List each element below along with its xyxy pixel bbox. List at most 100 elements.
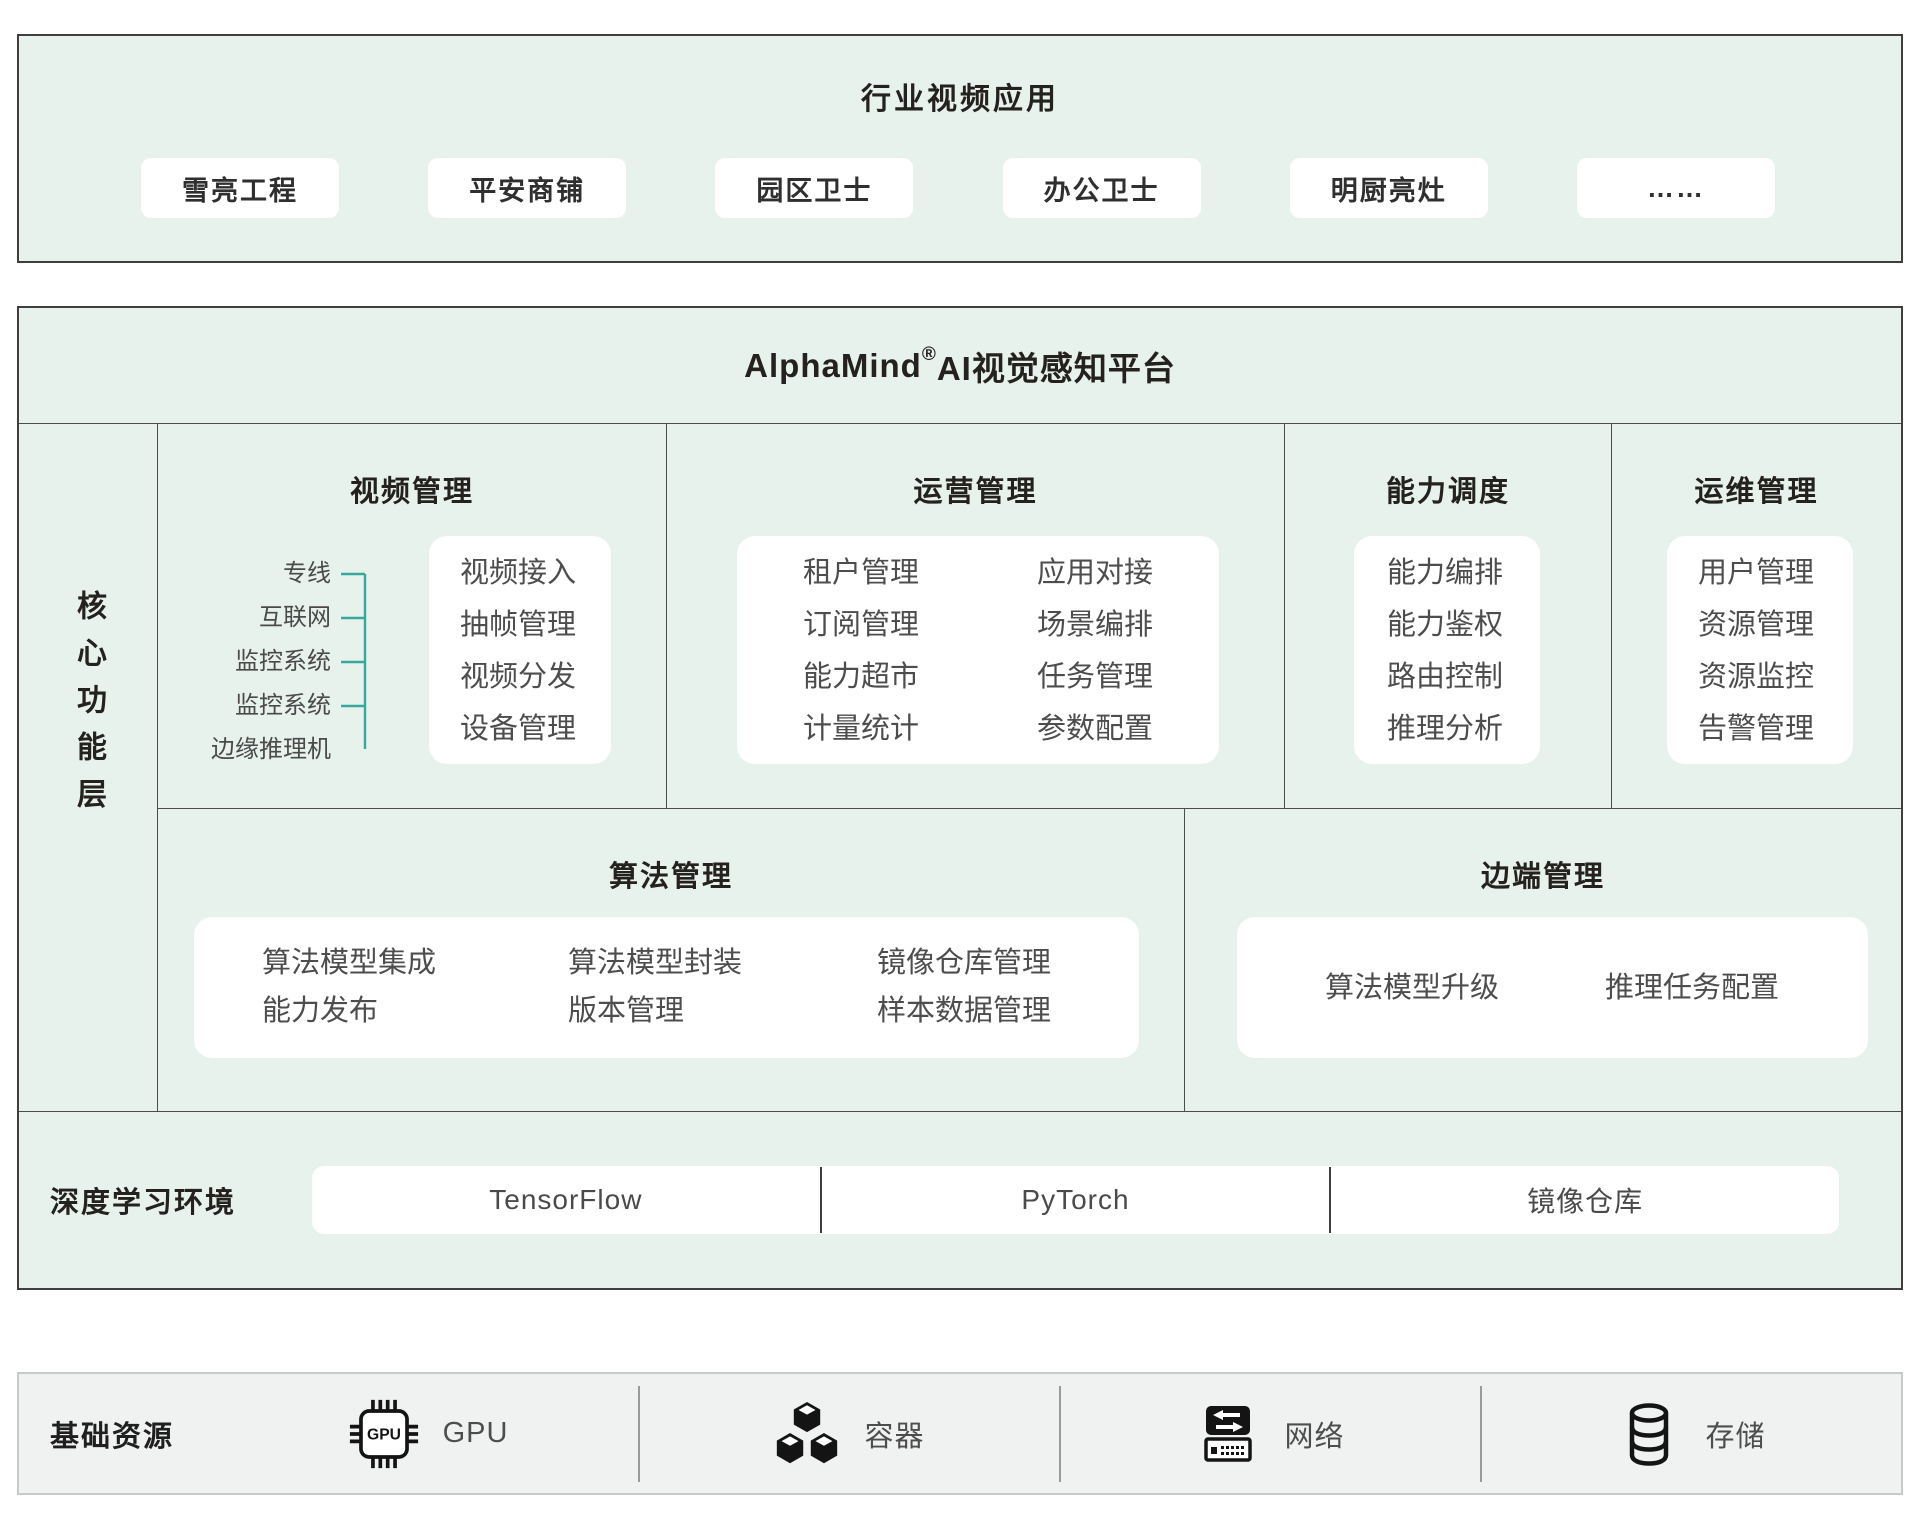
video-source: 边缘推理机 <box>158 728 331 772</box>
feature-item: 版本管理 <box>568 987 877 1035</box>
feature-item: 样本数据管理 <box>877 987 1051 1035</box>
video-source: 互联网 <box>158 596 331 640</box>
base-resources-label: 基础资源 <box>50 1413 219 1455</box>
video-source: 监控系统 <box>158 640 331 684</box>
feature-item: 租户管理 <box>803 547 919 599</box>
app-box-yuanqu: 园区卫士 <box>715 158 913 218</box>
video-mgmt-title: 视频管理 <box>158 468 666 510</box>
feature-item: 应用对接 <box>1037 547 1153 599</box>
industry-apps-title: 行业视频应用 <box>19 36 1901 118</box>
resource-label: 网络 <box>1284 1413 1344 1455</box>
edge-mgmt-box: 算法模型升级 推理任务配置 <box>1237 917 1868 1058</box>
algo-col-2: 算法模型封装 版本管理 <box>568 939 877 1058</box>
ops-mgmt-box: 用户管理 资源管理 资源监控 告警管理 <box>1667 536 1853 764</box>
dl-env-row: 深度学习环境 TensorFlow PyTorch 镜像仓库 <box>19 1111 1901 1288</box>
feature-item: 路由控制 <box>1387 651 1540 703</box>
core-row-1: 视频管理 专线 互联网 监控系统 监控系统 边缘推理机 <box>158 424 1901 809</box>
video-mgmt-column: 视频管理 专线 互联网 监控系统 监控系统 边缘推理机 <box>158 424 667 808</box>
core-function-layer: 核心功能层 视频管理 专线 互联网 监控系统 监控系统 边缘推理机 <box>19 424 1901 1111</box>
dl-env-pill: TensorFlow PyTorch 镜像仓库 <box>312 1166 1839 1234</box>
operation-mgmt-box: 租户管理 订阅管理 能力超市 计量统计 应用对接 场景编排 任务管理 参数配置 <box>737 536 1219 764</box>
operation-mgmt-title: 运营管理 <box>667 468 1284 510</box>
feature-item: 推理任务配置 <box>1605 962 1779 1014</box>
feature-item: 资源监控 <box>1698 651 1853 703</box>
algo-mgmt-title: 算法管理 <box>158 853 1184 895</box>
industry-apps-row: 雪亮工程 平安商铺 园区卫士 办公卫士 明厨亮灶 …… <box>19 158 1901 218</box>
feature-item: 能力发布 <box>262 987 568 1035</box>
feature-item: 订阅管理 <box>803 599 919 651</box>
storage-icon <box>1617 1402 1681 1466</box>
platform-title-brand: AlphaMind <box>744 347 922 385</box>
dl-env-pytorch: PyTorch <box>822 1184 1330 1216</box>
feature-item: 能力超市 <box>803 651 919 703</box>
base-resources-cells: GPU GPU <box>219 1374 1901 1493</box>
app-box-more: …… <box>1577 158 1775 218</box>
capability-sched-title: 能力调度 <box>1285 468 1611 510</box>
video-source: 专线 <box>158 552 331 596</box>
feature-item: 计量统计 <box>803 703 919 755</box>
feature-item: 算法模型集成 <box>262 939 568 987</box>
feature-item: 任务管理 <box>1037 651 1153 703</box>
video-mgmt-box: 视频接入 抽帧管理 视频分发 设备管理 <box>429 536 611 764</box>
video-source-connector <box>339 552 434 772</box>
edge-mgmt-column: 边端管理 算法模型升级 推理任务配置 <box>1185 809 1901 1111</box>
video-source-list: 专线 互联网 监控系统 监控系统 边缘推理机 <box>158 552 331 772</box>
app-box-bangong: 办公卫士 <box>1003 158 1201 218</box>
resource-label: 存储 <box>1705 1413 1765 1455</box>
feature-item: 抽帧管理 <box>460 599 611 651</box>
feature-item: 镜像仓库管理 <box>877 939 1051 987</box>
feature-item: 场景编排 <box>1037 599 1153 651</box>
core-columns: 视频管理 专线 互联网 监控系统 监控系统 边缘推理机 <box>158 424 1901 1111</box>
dl-env-tensorflow: TensorFlow <box>312 1184 820 1216</box>
base-resources-section: 基础资源 GPU GPU <box>17 1372 1903 1495</box>
operation-mgmt-column: 运营管理 租户管理 订阅管理 能力超市 计量统计 应用对接 场景编排 <box>667 424 1285 808</box>
resource-container: 容器 <box>640 1401 1059 1467</box>
dl-env-registry: 镜像仓库 <box>1331 1180 1839 1220</box>
app-box-xueliang: 雪亮工程 <box>141 158 339 218</box>
app-box-mingchu: 明厨亮灶 <box>1290 158 1488 218</box>
platform-title-suffix: AI视觉感知平台 <box>937 342 1176 390</box>
app-box-pingan: 平安商铺 <box>428 158 626 218</box>
core-row-2: 算法管理 算法模型集成 能力发布 算法模型封装 版本管理 镜像仓 <box>158 809 1901 1111</box>
resource-gpu: GPU GPU <box>219 1399 638 1469</box>
feature-item: 推理分析 <box>1387 703 1540 755</box>
feature-item: 用户管理 <box>1698 547 1853 599</box>
resource-label: GPU <box>443 1417 509 1450</box>
feature-item: 算法模型升级 <box>1325 962 1499 1014</box>
core-layer-strip: 核心功能层 <box>19 424 158 1111</box>
feature-item: 设备管理 <box>460 703 611 755</box>
resource-label: 容器 <box>864 1413 924 1455</box>
algo-mgmt-box: 算法模型集成 能力发布 算法模型封装 版本管理 镜像仓库管理 样本数据管理 <box>194 917 1139 1058</box>
resource-network: 网络 <box>1061 1402 1480 1466</box>
feature-item: 参数配置 <box>1037 703 1153 755</box>
industry-apps-section: 行业视频应用 雪亮工程 平安商铺 园区卫士 办公卫士 明厨亮灶 …… <box>17 34 1903 263</box>
feature-item: 告警管理 <box>1698 703 1853 755</box>
operation-col-2: 应用对接 场景编排 任务管理 参数配置 <box>1037 547 1153 764</box>
feature-item: 能力编排 <box>1387 547 1540 599</box>
capability-sched-box: 能力编排 能力鉴权 路由控制 推理分析 <box>1354 536 1540 764</box>
operation-col-1: 租户管理 订阅管理 能力超市 计量统计 <box>803 547 919 764</box>
gpu-icon: GPU <box>349 1399 419 1469</box>
network-icon <box>1196 1402 1260 1466</box>
ops-mgmt-column: 运维管理 用户管理 资源管理 资源监控 告警管理 <box>1612 424 1901 808</box>
algo-col-1: 算法模型集成 能力发布 <box>262 939 568 1058</box>
dl-env-label: 深度学习环境 <box>50 1179 236 1221</box>
registered-mark: ® <box>922 344 937 366</box>
container-icon <box>774 1401 840 1467</box>
algo-col-3: 镜像仓库管理 样本数据管理 <box>877 939 1051 1058</box>
capability-sched-column: 能力调度 能力编排 能力鉴权 路由控制 推理分析 <box>1285 424 1612 808</box>
platform-section: AlphaMind® AI视觉感知平台 核心功能层 视频管理 专线 互联网 监控… <box>17 306 1903 1290</box>
core-layer-label: 核心功能层 <box>66 590 110 825</box>
algo-mgmt-column: 算法管理 算法模型集成 能力发布 算法模型封装 版本管理 镜像仓 <box>158 809 1185 1111</box>
platform-title: AlphaMind® AI视觉感知平台 <box>19 308 1901 424</box>
ops-mgmt-title: 运维管理 <box>1612 468 1901 510</box>
video-source: 监控系统 <box>158 684 331 728</box>
gpu-chip-text: GPU <box>367 1426 401 1443</box>
feature-item: 资源管理 <box>1698 599 1853 651</box>
feature-item: 算法模型封装 <box>568 939 877 987</box>
architecture-diagram: 行业视频应用 雪亮工程 平安商铺 园区卫士 办公卫士 明厨亮灶 …… Alpha… <box>0 0 1920 1522</box>
feature-item: 视频分发 <box>460 651 611 703</box>
resource-storage: 存储 <box>1482 1402 1901 1466</box>
feature-item: 能力鉴权 <box>1387 599 1540 651</box>
feature-item: 视频接入 <box>460 547 611 599</box>
